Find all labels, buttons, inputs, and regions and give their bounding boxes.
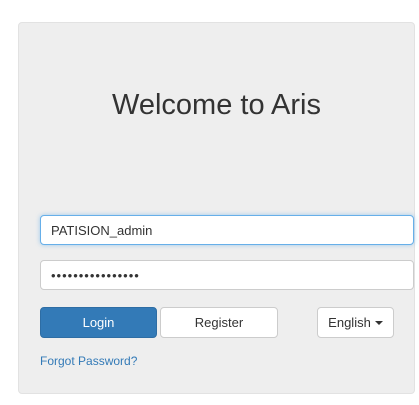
- login-button-label: Login: [82, 315, 115, 330]
- register-button[interactable]: Register: [160, 307, 278, 338]
- login-panel: Welcome to Aris Login Register English F…: [18, 22, 415, 394]
- username-input[interactable]: [40, 215, 414, 245]
- page-title: Welcome to Aris: [112, 89, 321, 121]
- login-button[interactable]: Login: [40, 307, 157, 338]
- password-input[interactable]: [40, 260, 414, 290]
- register-button-label: Register: [194, 315, 244, 330]
- language-label: English: [328, 315, 371, 330]
- language-dropdown[interactable]: English: [317, 307, 394, 338]
- caret-down-icon: [374, 320, 383, 325]
- forgot-password-link[interactable]: Forgot Password?: [40, 354, 137, 368]
